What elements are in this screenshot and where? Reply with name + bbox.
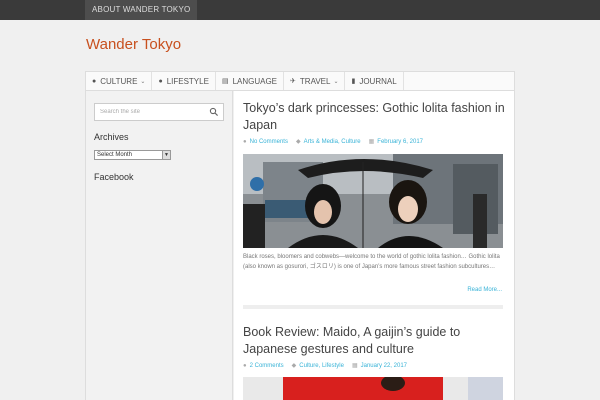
calendar-icon: ▦ [351, 363, 358, 369]
facebook-title: Facebook [94, 172, 134, 182]
globe-icon: ● [92, 77, 97, 85]
comments-link[interactable]: 2 Comments [250, 363, 284, 369]
post-image[interactable] [243, 154, 503, 248]
tag-icon: ◆ [295, 139, 301, 145]
plane-icon: ✈ [290, 78, 296, 85]
dropdown-arrow-icon: ▼ [162, 151, 170, 159]
nav-item-journal[interactable]: ▮ JOURNAL [345, 72, 404, 90]
sidebar: Archives Select Month ▼ Facebook [85, 91, 233, 400]
read-more-link[interactable]: Read More... [467, 287, 502, 293]
main-content: Tokyo’s dark princesses: Gothic lolita f… [234, 91, 515, 400]
chevron-down-icon: ⌄ [333, 78, 339, 85]
post-date[interactable]: February 6, 2017 [377, 139, 423, 145]
nav-item-culture[interactable]: ● CULTURE ⌄ [86, 72, 153, 90]
categories-link[interactable]: Arts & Media, Culture [304, 139, 361, 145]
archives-title: Archives [94, 132, 129, 142]
nav-item-label: CULTURE [100, 76, 138, 86]
about-link[interactable]: ABOUT WANDER TOKYO [85, 0, 198, 20]
nav-item-lifestyle[interactable]: ● LIFESTYLE [152, 72, 216, 90]
post-date[interactable]: January 22, 2017 [361, 363, 407, 369]
post-divider [243, 305, 503, 309]
nav-item-travel[interactable]: ✈ TRAVEL ⌄ [284, 72, 346, 90]
nav-item-label: LANGUAGE [232, 76, 278, 86]
search-box [94, 103, 224, 121]
archives-select[interactable]: Select Month ▼ [94, 150, 171, 160]
post-image[interactable] [243, 377, 503, 400]
categories-link[interactable]: Culture, Lifestyle [299, 363, 344, 369]
site-title[interactable]: Wander Tokyo [86, 35, 181, 55]
main-nav: ● CULTURE ⌄ ● LIFESTYLE ▤ LANGUAGE ✈ TRA… [85, 71, 515, 91]
nav-item-label: JOURNAL [359, 76, 397, 86]
comments-icon: ● [243, 138, 247, 145]
book-icon: ▮ [351, 78, 356, 85]
language-icon: ▤ [221, 78, 229, 85]
post-excerpt: Black roses, bloomers and cobwebs—welcom… [243, 254, 500, 270]
comments-icon: ● [243, 362, 247, 369]
post-meta: ● No Comments ◆ Arts & Media, Culture ▦ Feb… [243, 138, 431, 146]
search-input[interactable] [95, 104, 205, 120]
nav-item-label: LIFESTYLE [166, 76, 209, 86]
nav-item-language[interactable]: ▤ LANGUAGE [216, 72, 285, 90]
top-bar: ABOUT WANDER TOKYO [0, 0, 600, 20]
post-title-link[interactable]: Tokyo’s dark princesses: Gothic lolita f… [243, 100, 508, 134]
archives-select-value: Select Month [97, 152, 133, 158]
post-title-link[interactable]: Book Review: Maido, A gaijin’s guide to … [243, 324, 508, 358]
chevron-down-icon: ⌄ [140, 78, 146, 85]
calendar-icon: ▦ [368, 139, 375, 145]
search-icon[interactable] [209, 107, 219, 117]
post-meta: ● 2 Comments ◆ Culture, Lifestyle ▦ January… [243, 362, 415, 370]
comments-link[interactable]: No Comments [250, 139, 288, 145]
info-icon: ● [158, 77, 163, 85]
tag-icon: ◆ [291, 363, 297, 369]
nav-item-label: TRAVEL [299, 76, 331, 86]
